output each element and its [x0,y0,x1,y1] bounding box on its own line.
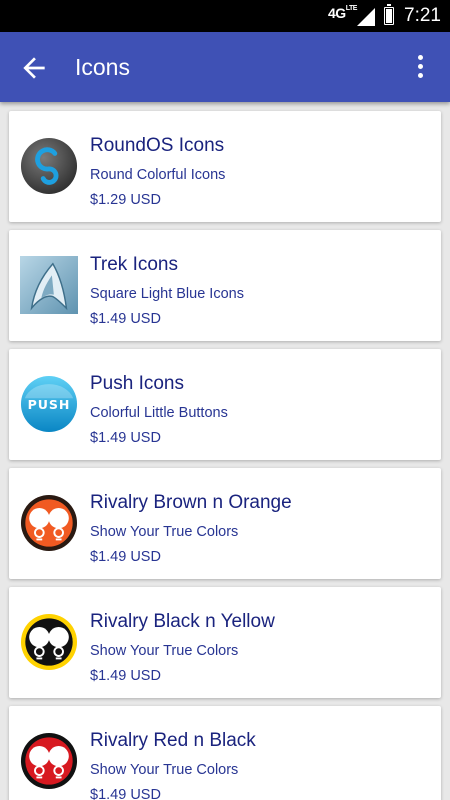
list-item[interactable]: Rivalry Red n Black Show Your True Color… [9,706,441,800]
list-item[interactable]: PUSH Push Icons Colorful Little Buttons … [9,349,441,460]
item-price: $1.49 USD [90,549,161,565]
item-description: Round Colorful Icons [90,167,226,183]
status-bar: 4GLTE 7:21 [0,0,450,32]
rivalry-red-black-app-icon [20,732,78,790]
item-description: Colorful Little Buttons [90,405,228,421]
list-item[interactable]: RoundOS Icons Round Colorful Icons $1.29… [9,111,441,222]
list-item[interactable]: Rivalry Black n Yellow Show Your True Co… [9,587,441,698]
item-name: Push Icons [90,373,184,394]
item-description: Show Your True Colors [90,643,239,659]
trek-app-icon [20,256,78,314]
item-price: $1.49 USD [90,787,161,800]
item-price: $1.49 USD [90,430,161,446]
item-name: RoundOS Icons [90,135,225,156]
page-title: Icons [75,54,130,80]
icon-pack-list: RoundOS Icons Round Colorful Icons $1.29… [0,102,450,800]
signal-icon [357,8,375,26]
item-name: Rivalry Brown n Orange [90,492,292,513]
item-description: Show Your True Colors [90,762,239,778]
app-bar: Icons [0,32,450,102]
item-name: Trek Icons [90,254,178,275]
item-price: $1.49 USD [90,311,161,327]
item-price: $1.29 USD [90,192,161,208]
item-name: Rivalry Red n Black [90,730,256,751]
push-icon-text: PUSH [28,397,71,412]
network-indicator: 4GLTE [328,5,357,21]
item-description: Square Light Blue Icons [90,286,244,302]
rivalry-black-yellow-app-icon [20,613,78,671]
more-vert-icon[interactable] [408,53,432,81]
rivalry-brown-orange-app-icon [20,494,78,552]
list-item[interactable]: Rivalry Brown n Orange Show Your True Co… [9,468,441,579]
arrow-left-icon[interactable] [18,52,50,84]
item-description: Show Your True Colors [90,524,239,540]
clock: 7:21 [404,5,441,26]
roundos-app-icon [20,137,78,195]
list-item[interactable]: Trek Icons Square Light Blue Icons $1.49… [9,230,441,341]
item-price: $1.49 USD [90,668,161,684]
item-name: Rivalry Black n Yellow [90,611,275,632]
battery-icon [384,4,394,25]
push-app-icon: PUSH [20,375,78,433]
